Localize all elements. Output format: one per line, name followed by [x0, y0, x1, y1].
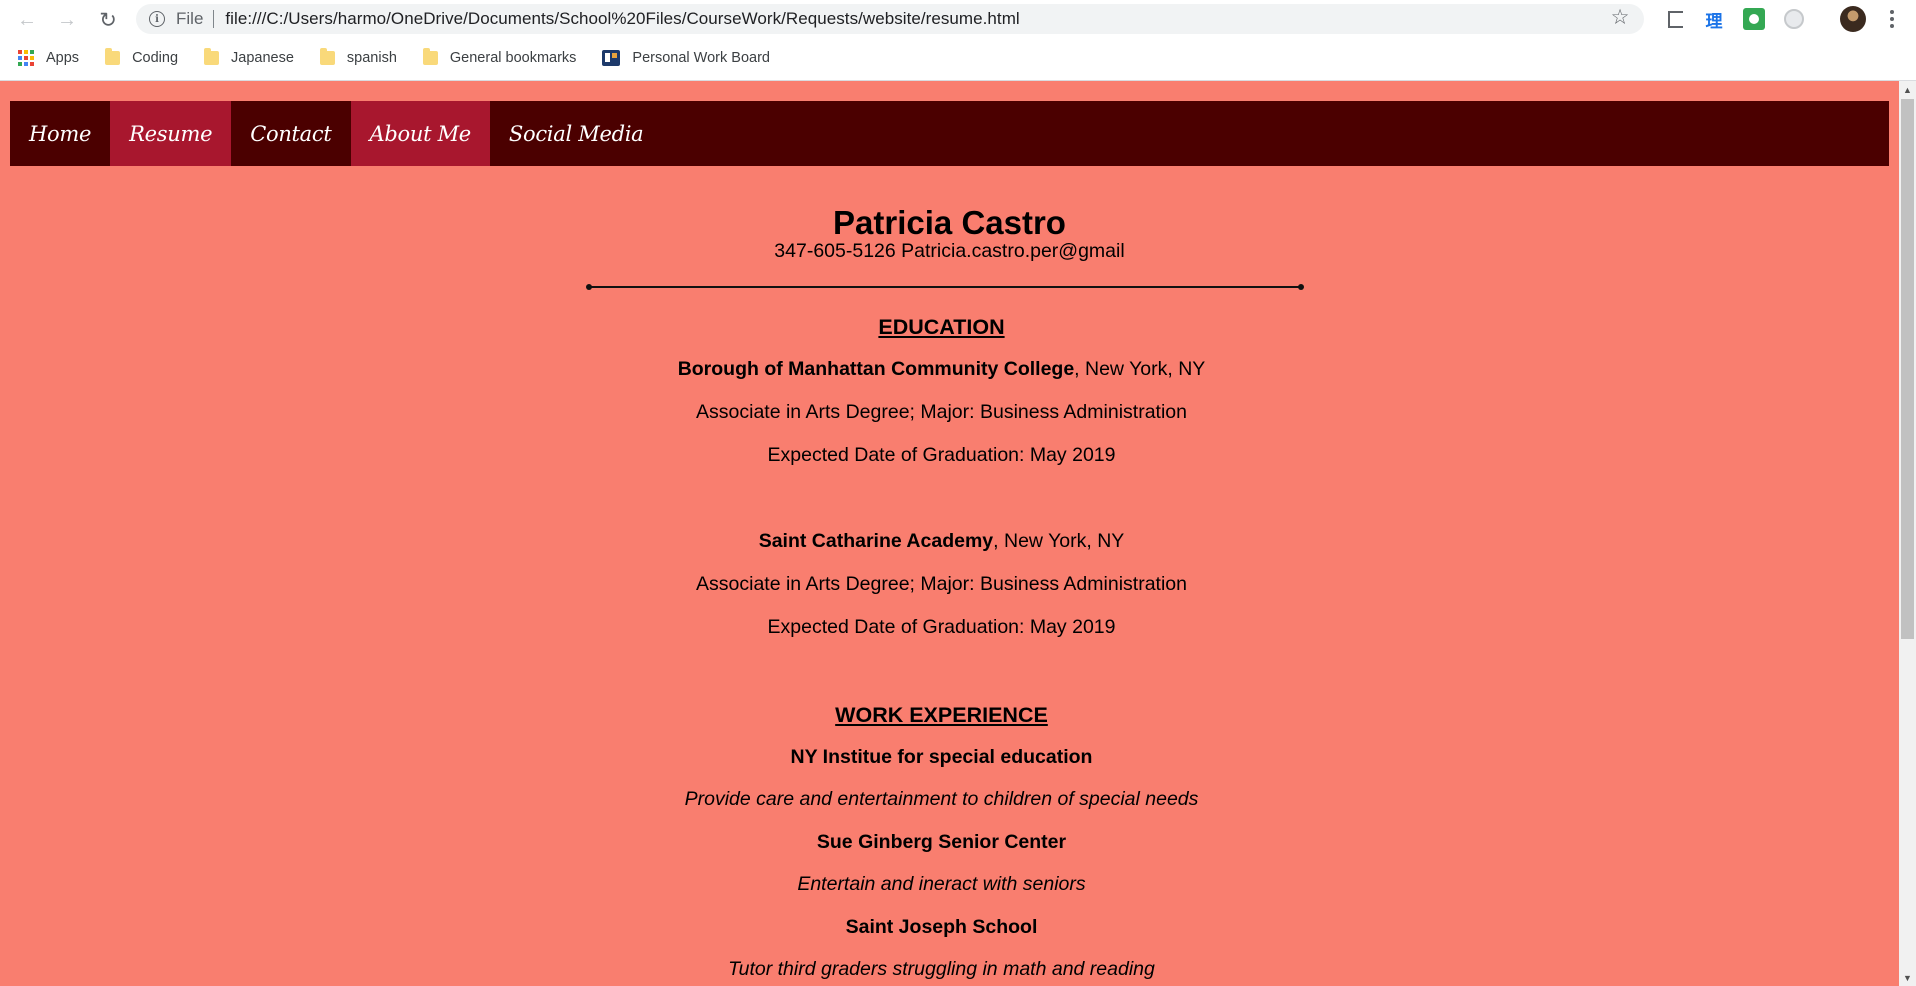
bookmark-apps[interactable]: Apps: [18, 50, 79, 66]
browser-chrome: ← → ↻ i File file:///C:/Users/harmo/OneD…: [0, 0, 1916, 81]
browser-toolbar: ← → ↻ i File file:///C:/Users/harmo/OneD…: [0, 0, 1916, 38]
extension-circle-icon[interactable]: [1783, 8, 1805, 30]
bookmark-japanese[interactable]: Japanese: [204, 48, 294, 66]
extension-kanji-icon[interactable]: 理: [1703, 8, 1725, 32]
bookmark-spanish[interactable]: spanish: [319, 48, 397, 66]
resume-name: Patricia Castro: [833, 204, 1066, 241]
education-1-school: Borough of Manhattan Community College: [677, 358, 1075, 380]
bookmark-label: Coding: [132, 50, 179, 66]
forward-arrow-icon[interactable]: →: [54, 7, 80, 33]
profile-avatar[interactable]: [1840, 6, 1866, 32]
extension-bracket-icon[interactable]: [1664, 8, 1686, 30]
browser-menu-icon[interactable]: [1882, 7, 1902, 31]
bookmark-label: General bookmarks: [449, 50, 577, 66]
nav-link-home[interactable]: Home: [10, 101, 110, 166]
bookmarks-bar: Apps Coding Japanese spanish General boo…: [0, 44, 1916, 72]
work-heading: WORK EXPERIENCE: [835, 703, 1048, 727]
scheme-label: File: [176, 9, 204, 28]
scroll-thumb[interactable]: [1901, 99, 1914, 639]
scroll-up-icon[interactable]: ▲: [1899, 81, 1916, 98]
bookmark-coding[interactable]: Coding: [105, 48, 179, 66]
education-2-location: , New York, NY: [993, 530, 1125, 552]
scroll-down-icon[interactable]: ▼: [1899, 969, 1916, 986]
address-separator: [213, 10, 215, 28]
work-1-description-text: Provide care and entertainment to childr…: [684, 788, 1199, 810]
page-viewport: Home Resume Contact About Me Social Medi…: [0, 81, 1899, 986]
bookmark-personal-work-board[interactable]: Personal Work Board: [602, 50, 770, 66]
url-text[interactable]: file:///C:/Users/harmo/OneDrive/Document…: [225, 9, 1019, 29]
education-1-graduation: Expected Date of Graduation: May 2019: [767, 444, 1116, 466]
apps-grid-icon: [18, 50, 34, 66]
extension-green-icon[interactable]: [1743, 8, 1765, 30]
bookmark-star-icon[interactable]: ☆: [1608, 5, 1632, 29]
work-3-employer: Saint Joseph School: [0, 915, 1891, 939]
page-scrollbar[interactable]: ▲ ▼: [1899, 81, 1916, 986]
resume-contact: 347-605-5126 Patricia.castro.per@gmail: [774, 240, 1125, 262]
work-2-employer-text: Sue Ginberg Senior Center: [816, 831, 1067, 853]
work-3-description-text: Tutor third graders struggling in math a…: [728, 958, 1155, 980]
education-1-location: , New York, NY: [1074, 358, 1206, 380]
bookmark-label: Apps: [46, 50, 80, 66]
nav-link-about-me[interactable]: About Me: [350, 101, 490, 166]
address-bar[interactable]: i File file:///C:/Users/harmo/OneDrive/D…: [136, 4, 1644, 34]
education-2-school: Saint Catharine Academy: [758, 530, 994, 552]
divider-wrapper: [0, 284, 1899, 294]
bookmark-label: Japanese: [231, 50, 294, 66]
education-2-school-line: Saint Catharine Academy, New York, NY: [0, 529, 1891, 553]
nav-link-social-media[interactable]: Social Media: [490, 101, 662, 166]
education-1-degree: Associate in Arts Degree; Major: Busines…: [696, 401, 1187, 423]
folder-icon: [319, 48, 335, 65]
nav-link-resume[interactable]: Resume: [110, 101, 232, 166]
work-1-employer-text: NY Institue for special education: [790, 746, 1093, 768]
work-1-description: Provide care and entertainment to childr…: [0, 787, 1891, 811]
bookmark-general-bookmarks[interactable]: General bookmarks: [422, 48, 577, 66]
folder-icon: [105, 48, 121, 65]
bookmark-label: spanish: [346, 50, 397, 66]
work-3-employer-text: Saint Joseph School: [845, 916, 1038, 938]
site-navigation: Home Resume Contact About Me Social Medi…: [10, 101, 1889, 166]
board-icon: [602, 50, 621, 66]
bookmark-label: Personal Work Board: [632, 50, 770, 66]
education-heading: EDUCATION: [878, 315, 1005, 339]
education-1-school-line: Borough of Manhattan Community College, …: [0, 357, 1891, 381]
folder-icon: [204, 48, 220, 65]
work-3-description: Tutor third graders struggling in math a…: [0, 957, 1891, 981]
folder-icon: [422, 48, 438, 65]
work-2-description: Entertain and ineract with seniors: [0, 872, 1891, 896]
divider-line: [585, 284, 1304, 290]
education-2-graduation: Expected Date of Graduation: May 2019: [767, 616, 1116, 638]
work-1-employer: NY Institue for special education: [0, 745, 1891, 769]
nav-link-contact[interactable]: Contact: [231, 101, 350, 166]
info-icon[interactable]: i: [149, 11, 165, 27]
education-2-degree: Associate in Arts Degree; Major: Busines…: [696, 573, 1187, 595]
back-arrow-icon[interactable]: ←: [14, 7, 40, 33]
work-2-employer: Sue Ginberg Senior Center: [0, 830, 1891, 854]
work-2-description-text: Entertain and ineract with seniors: [797, 873, 1086, 895]
reload-icon[interactable]: ↻: [95, 7, 121, 33]
